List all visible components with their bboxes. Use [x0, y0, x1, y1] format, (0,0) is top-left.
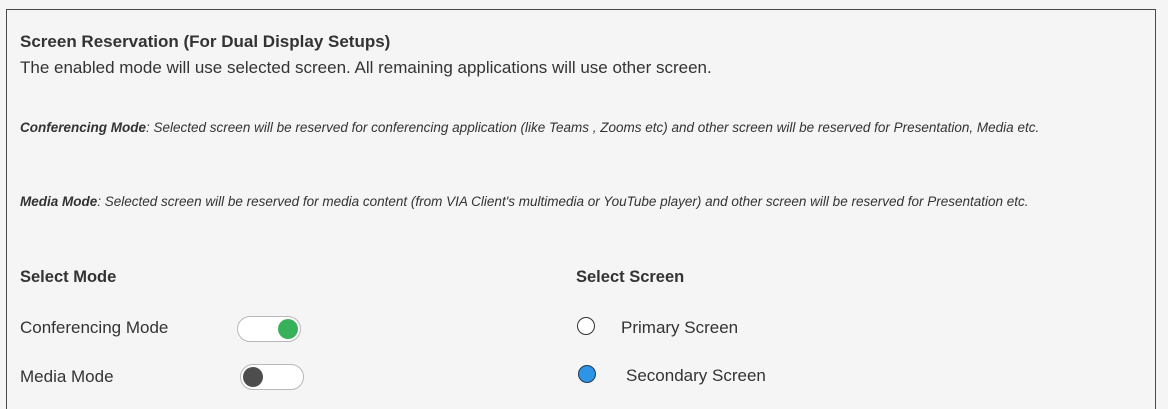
- conferencing-mode-term: Conferencing Mode: [20, 120, 147, 135]
- secondary-screen-radio[interactable]: [578, 365, 596, 383]
- primary-screen-label[interactable]: Primary Screen: [621, 318, 738, 338]
- panel-subtitle: The enabled mode will use selected scree…: [20, 58, 712, 77]
- select-mode-heading: Select Mode: [20, 268, 117, 286]
- media-mode-toggle[interactable]: [240, 364, 304, 390]
- conferencing-mode-toggle[interactable]: [237, 316, 301, 342]
- toggle-knob: [278, 319, 298, 339]
- media-mode-description: Media Mode: Selected screen will be rese…: [20, 190, 1145, 213]
- conferencing-mode-description: Conferencing Mode: Selected screen will …: [20, 116, 1145, 139]
- media-mode-text: : Selected screen will be reserved for m…: [97, 194, 1029, 209]
- media-mode-term: Media Mode: [20, 194, 98, 209]
- primary-screen-radio[interactable]: [577, 317, 595, 335]
- panel-title: Screen Reservation (For Dual Display Set…: [20, 32, 391, 51]
- conferencing-mode-label: Conferencing Mode: [20, 318, 169, 337]
- conferencing-mode-text: : Selected screen will be reserved for c…: [146, 120, 1040, 135]
- screen-reservation-panel: Screen Reservation (For Dual Display Set…: [6, 9, 1156, 409]
- toggle-knob: [243, 367, 263, 387]
- select-screen-heading: Select Screen: [576, 268, 685, 286]
- secondary-screen-label[interactable]: Secondary Screen: [626, 366, 766, 386]
- media-mode-label: Media Mode: [20, 367, 114, 386]
